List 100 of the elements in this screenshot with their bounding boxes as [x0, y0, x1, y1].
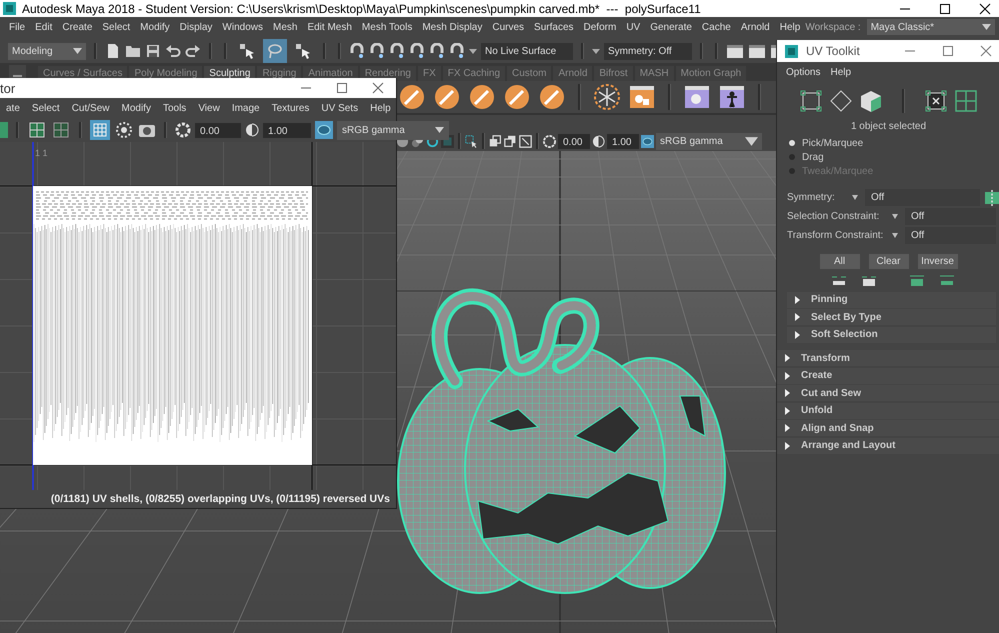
magnet-icon[interactable] — [389, 43, 405, 59]
magnet-icon[interactable] — [369, 43, 385, 59]
section-header[interactable]: Soft Selection — [787, 326, 996, 342]
grow-grid-icon[interactable] — [909, 274, 925, 286]
caret-icon[interactable] — [592, 48, 600, 54]
section-header[interactable]: Create — [777, 368, 999, 384]
section-header[interactable]: Transform — [777, 350, 999, 366]
option-dropdown[interactable]: Off — [905, 227, 996, 244]
folder-icon[interactable] — [125, 43, 141, 59]
shrink-row-icon[interactable] — [831, 274, 847, 286]
option-dropdown[interactable]: Off — [865, 189, 980, 206]
sculpt-brush-icon[interactable] — [539, 84, 565, 110]
grid-icon[interactable] — [27, 120, 47, 140]
symmetry-icon[interactable] — [984, 190, 999, 206]
document-icon[interactable] — [105, 43, 121, 59]
menu-item[interactable]: Help — [364, 102, 397, 114]
camera-icon[interactable] — [138, 122, 156, 138]
magnet-icon[interactable] — [449, 43, 465, 59]
grow-row-icon[interactable] — [939, 274, 955, 286]
snowflake-icon[interactable] — [594, 84, 620, 110]
option-dropdown[interactable]: Off — [905, 208, 996, 225]
color-space-dropdown[interactable]: sRGB gamma — [337, 120, 449, 140]
face-mode-icon[interactable] — [860, 90, 882, 112]
sculpt-brush-icon[interactable] — [434, 84, 460, 110]
menu-item[interactable]: Textures — [266, 102, 316, 114]
layers-icon[interactable] — [504, 134, 517, 148]
color-management-icon[interactable] — [315, 121, 333, 139]
menu-item[interactable]: Deform — [578, 22, 622, 32]
grid-icon[interactable] — [51, 120, 71, 140]
menu-item[interactable]: Select — [97, 22, 136, 32]
menu-item[interactable]: Create — [57, 22, 98, 32]
menu-item[interactable]: Generate — [645, 22, 697, 32]
shrink-grid-icon[interactable] — [861, 274, 877, 286]
section-header[interactable]: Cut and Sew — [777, 385, 999, 401]
undo-icon[interactable] — [165, 43, 181, 59]
sculpt-brush-icon[interactable] — [399, 84, 425, 110]
radio-button[interactable] — [789, 140, 795, 146]
menu-item[interactable]: Options — [781, 66, 826, 78]
selection-button[interactable]: Inverse — [918, 254, 958, 269]
edge-mode-icon[interactable] — [830, 90, 852, 112]
selection-button[interactable]: Clear — [868, 254, 908, 269]
shapes-window-icon[interactable] — [629, 84, 655, 110]
shell-mode-icon[interactable] — [925, 90, 947, 112]
menu-item[interactable]: Help — [825, 66, 856, 78]
menu-item[interactable]: File — [4, 22, 30, 32]
menu-item[interactable]: View — [192, 102, 226, 114]
maximize-icon[interactable] — [939, 2, 951, 14]
magnet-icon[interactable] — [429, 43, 445, 59]
menu-item[interactable]: Select — [26, 102, 66, 114]
radio-label[interactable]: Pick/Marquee — [802, 138, 864, 148]
layers-icon[interactable] — [489, 134, 502, 148]
magnet-icon[interactable] — [349, 43, 365, 59]
section-header[interactable]: Arrange and Layout — [777, 438, 999, 454]
section-header[interactable]: Unfold — [777, 402, 999, 418]
pumpkin-mesh-drawing[interactable] — [397, 288, 726, 594]
menu-item[interactable]: Help — [774, 22, 806, 32]
menu-item[interactable]: UV Sets — [315, 102, 364, 114]
radio-button[interactable] — [789, 154, 795, 160]
menu-item[interactable]: Mesh Display — [417, 22, 488, 32]
workspace-dropdown[interactable]: Maya Classic* — [866, 19, 995, 35]
menu-item[interactable]: Modify — [135, 22, 175, 32]
sculpt-brush-icon[interactable] — [469, 84, 495, 110]
menu-item[interactable]: Surfaces — [529, 22, 579, 32]
caret-icon[interactable] — [469, 48, 477, 54]
menu-item[interactable]: Cache — [696, 22, 736, 32]
menu-item[interactable]: Mesh — [268, 22, 302, 32]
save-icon[interactable] — [145, 43, 161, 59]
gamma-field[interactable]: 1.00 — [607, 134, 639, 148]
aperture-icon[interactable] — [175, 122, 191, 138]
selection-button[interactable]: All — [820, 254, 860, 269]
live-surface-field[interactable]: No Live Surface — [481, 42, 573, 60]
sculpt-brush-icon[interactable] — [504, 84, 530, 110]
radio-label[interactable]: Drag — [802, 152, 824, 162]
caret-icon[interactable] — [889, 232, 901, 238]
aperture-icon[interactable] — [543, 134, 556, 148]
select-box-icon[interactable] — [465, 134, 478, 148]
vertex-mode-icon[interactable] — [800, 90, 822, 112]
menu-item[interactable]: Modify — [116, 102, 157, 114]
exposure-field[interactable]: 0.00 — [558, 134, 590, 148]
redo-icon[interactable] — [185, 43, 201, 59]
menu-item[interactable]: UV — [621, 22, 646, 32]
dotted-circle-icon[interactable] — [114, 120, 134, 140]
color-space-dropdown[interactable]: sRGB gamma — [656, 132, 762, 150]
person-window-icon[interactable] — [719, 84, 745, 110]
caret-icon[interactable] — [889, 214, 901, 220]
menu-item[interactable]: Tools — [156, 102, 192, 114]
contrast-icon[interactable] — [245, 122, 259, 138]
menu-item[interactable]: Mesh Tools — [356, 22, 418, 32]
menu-item[interactable]: Cut/Sew — [66, 102, 116, 114]
menu-item[interactable]: Windows — [217, 22, 268, 32]
tile-grid-icon[interactable] — [955, 90, 977, 112]
menu-item[interactable]: ate — [0, 102, 26, 114]
close-icon[interactable] — [979, 2, 991, 14]
color-management-icon[interactable] — [641, 134, 654, 148]
contrast-icon[interactable] — [592, 134, 605, 148]
menu-set-dropdown[interactable]: Modeling — [8, 42, 86, 60]
menu-item[interactable]: Edit — [30, 22, 58, 32]
section-header[interactable]: Align and Snap — [777, 420, 999, 436]
exposure-field[interactable]: 0.00 — [195, 122, 241, 138]
menu-item[interactable]: Curves — [487, 22, 530, 32]
